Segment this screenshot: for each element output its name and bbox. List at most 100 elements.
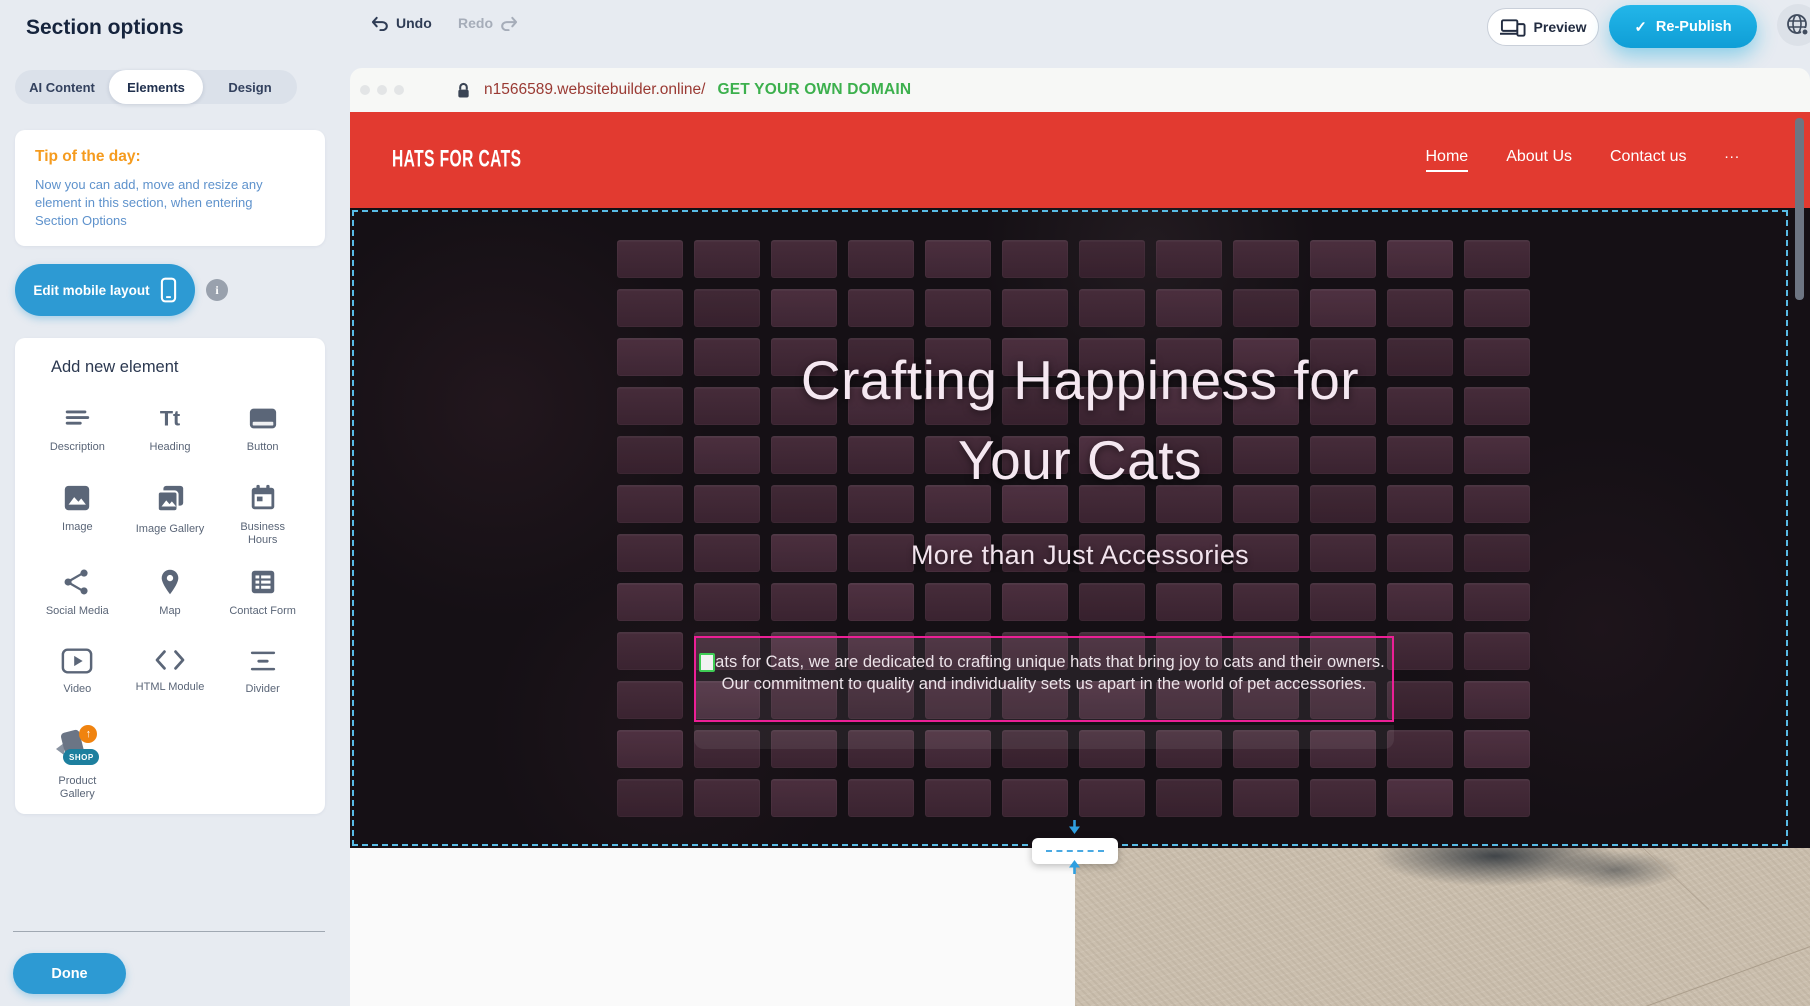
add-element-label: HTML Module — [136, 681, 205, 694]
map-icon — [156, 567, 184, 597]
site-logo[interactable]: HATS FOR CATS — [392, 146, 521, 174]
add-element-product-gallery[interactable]: ↑ SHOP Product Gallery — [31, 719, 124, 801]
upgrade-arrow-icon: ↑ — [79, 725, 97, 743]
info-icon[interactable]: i — [206, 279, 228, 301]
panel-divider — [13, 931, 325, 932]
browser-dot — [377, 85, 387, 95]
browser-scrollbar-thumb[interactable] — [1795, 118, 1804, 300]
browser-dot — [394, 85, 404, 95]
add-element-title: Add new element — [51, 358, 309, 377]
element-hover-highlight — [694, 725, 1394, 749]
browser-traffic-dots — [360, 85, 404, 95]
republish-label: Re-Publish — [1656, 19, 1732, 35]
hero-subheading[interactable]: More than Just Accessories — [630, 540, 1530, 571]
add-element-video[interactable]: Video — [31, 639, 124, 707]
edit-mobile-layout-button[interactable]: Edit mobile layout — [15, 264, 195, 316]
nav-about-us[interactable]: About Us — [1506, 148, 1572, 172]
add-new-element-card: Add new element Description Tt Heading B… — [15, 338, 325, 814]
language-globe-button[interactable] — [1777, 4, 1810, 46]
add-element-label: Image — [62, 521, 93, 534]
description-icon — [62, 403, 92, 433]
preview-label: Preview — [1534, 19, 1587, 35]
browser-chrome: n1566589.websitebuilder.online/ GET YOUR… — [350, 68, 1810, 112]
next-section-background — [350, 848, 1075, 1006]
nav-home[interactable]: Home — [1426, 148, 1469, 172]
get-domain-link[interactable]: GET YOUR OWN DOMAIN — [717, 81, 911, 99]
add-element-label: Heading — [150, 441, 191, 454]
preview-button[interactable]: Preview — [1487, 8, 1599, 46]
add-element-social-media[interactable]: Social Media — [31, 559, 124, 627]
check-icon: ✓ — [1634, 18, 1647, 36]
add-element-description[interactable]: Description — [31, 395, 124, 463]
resize-arrow-down-icon — [1068, 820, 1081, 835]
done-button[interactable]: Done — [13, 953, 126, 994]
add-element-label: Button — [247, 441, 279, 454]
mobile-phone-icon — [160, 277, 177, 304]
divider-icon — [248, 647, 278, 675]
add-element-label: Divider — [246, 683, 280, 696]
edit-mobile-label: Edit mobile layout — [33, 283, 149, 298]
button-icon — [248, 403, 278, 433]
site-header: HATS FOR CATS Home About Us Contact us .… — [350, 112, 1810, 208]
tip-body: Now you can add, move and resize any ele… — [35, 176, 297, 230]
add-element-label: Image Gallery — [136, 523, 204, 536]
pavement-seam — [1507, 920, 1810, 1006]
add-element-grid: Description Tt Heading Button Image Imag… — [31, 395, 309, 801]
image-icon — [62, 483, 92, 513]
tip-of-the-day-card: Tip of the day: Now you can add, move an… — [15, 130, 325, 246]
hero-heading[interactable]: Crafting Happiness for Your Cats — [630, 340, 1530, 500]
resize-dash-line — [1046, 850, 1104, 852]
hero-heading-line1: Crafting Happiness for — [630, 340, 1530, 420]
add-element-image[interactable]: Image — [31, 475, 124, 547]
video-icon — [61, 647, 93, 675]
add-element-business-hours[interactable]: Business Hours — [216, 475, 309, 547]
html-module-icon — [154, 647, 186, 673]
devices-icon — [1500, 18, 1526, 37]
site-url[interactable]: n1566589.websitebuilder.online/ — [484, 81, 705, 99]
undo-icon — [370, 16, 389, 31]
add-element-divider[interactable]: Divider — [216, 639, 309, 707]
lock-icon — [456, 82, 471, 99]
add-element-label: Business Hours — [228, 521, 298, 547]
republish-button[interactable]: ✓ Re-Publish — [1609, 5, 1757, 48]
pavement-seam — [1621, 848, 1709, 910]
element-drag-handle[interactable] — [699, 653, 715, 672]
hero-section[interactable]: Crafting Happiness for Your Cats More th… — [350, 208, 1810, 848]
tab-elements[interactable]: Elements — [109, 70, 203, 104]
business-hours-icon — [248, 483, 278, 513]
add-element-label: Social Media — [46, 605, 109, 618]
panel-tabs: AI Content Elements Design — [15, 70, 297, 104]
hero-paragraph-line2: Our commitment to quality and individual… — [696, 673, 1392, 695]
hero-paragraph-line1: Hats for Cats, we are dedicated to craft… — [696, 651, 1392, 673]
nav-more[interactable]: ... — [1724, 145, 1740, 176]
browser-dot — [360, 85, 370, 95]
product-gallery-icon: ↑ SHOP — [55, 727, 99, 767]
redo-icon — [500, 16, 519, 31]
redo-button[interactable]: Redo — [458, 15, 519, 31]
nav-contact-us[interactable]: Contact us — [1610, 148, 1686, 172]
add-element-contact-form[interactable]: Contact Form — [216, 559, 309, 627]
add-element-heading[interactable]: Tt Heading — [124, 395, 217, 463]
site-nav: Home About Us Contact us ... — [1426, 112, 1741, 208]
next-section-photo — [1075, 848, 1810, 1006]
social-media-icon — [62, 567, 92, 597]
add-element-button[interactable]: Button — [216, 395, 309, 463]
add-element-html-module[interactable]: HTML Module — [124, 639, 217, 707]
add-element-label: Contact Form — [229, 605, 296, 618]
contact-form-icon — [248, 567, 278, 597]
redo-label: Redo — [458, 15, 493, 31]
heading-icon: Tt — [155, 403, 185, 433]
tab-ai-content[interactable]: AI Content — [15, 70, 109, 104]
hero-heading-line2: Your Cats — [630, 420, 1530, 500]
add-element-label: Map — [159, 605, 180, 618]
add-element-map[interactable]: Map — [124, 559, 217, 627]
add-element-image-gallery[interactable]: Image Gallery — [124, 475, 217, 547]
add-element-label: Description — [50, 441, 105, 454]
tab-design[interactable]: Design — [203, 70, 297, 104]
undo-button[interactable]: Undo — [370, 15, 432, 31]
hero-paragraph-element[interactable]: Hats for Cats, we are dedicated to craft… — [694, 636, 1394, 722]
image-gallery-icon — [154, 483, 186, 515]
undo-label: Undo — [396, 15, 432, 31]
globe-icon — [1785, 12, 1810, 38]
add-element-label: Product Gallery — [42, 775, 112, 801]
